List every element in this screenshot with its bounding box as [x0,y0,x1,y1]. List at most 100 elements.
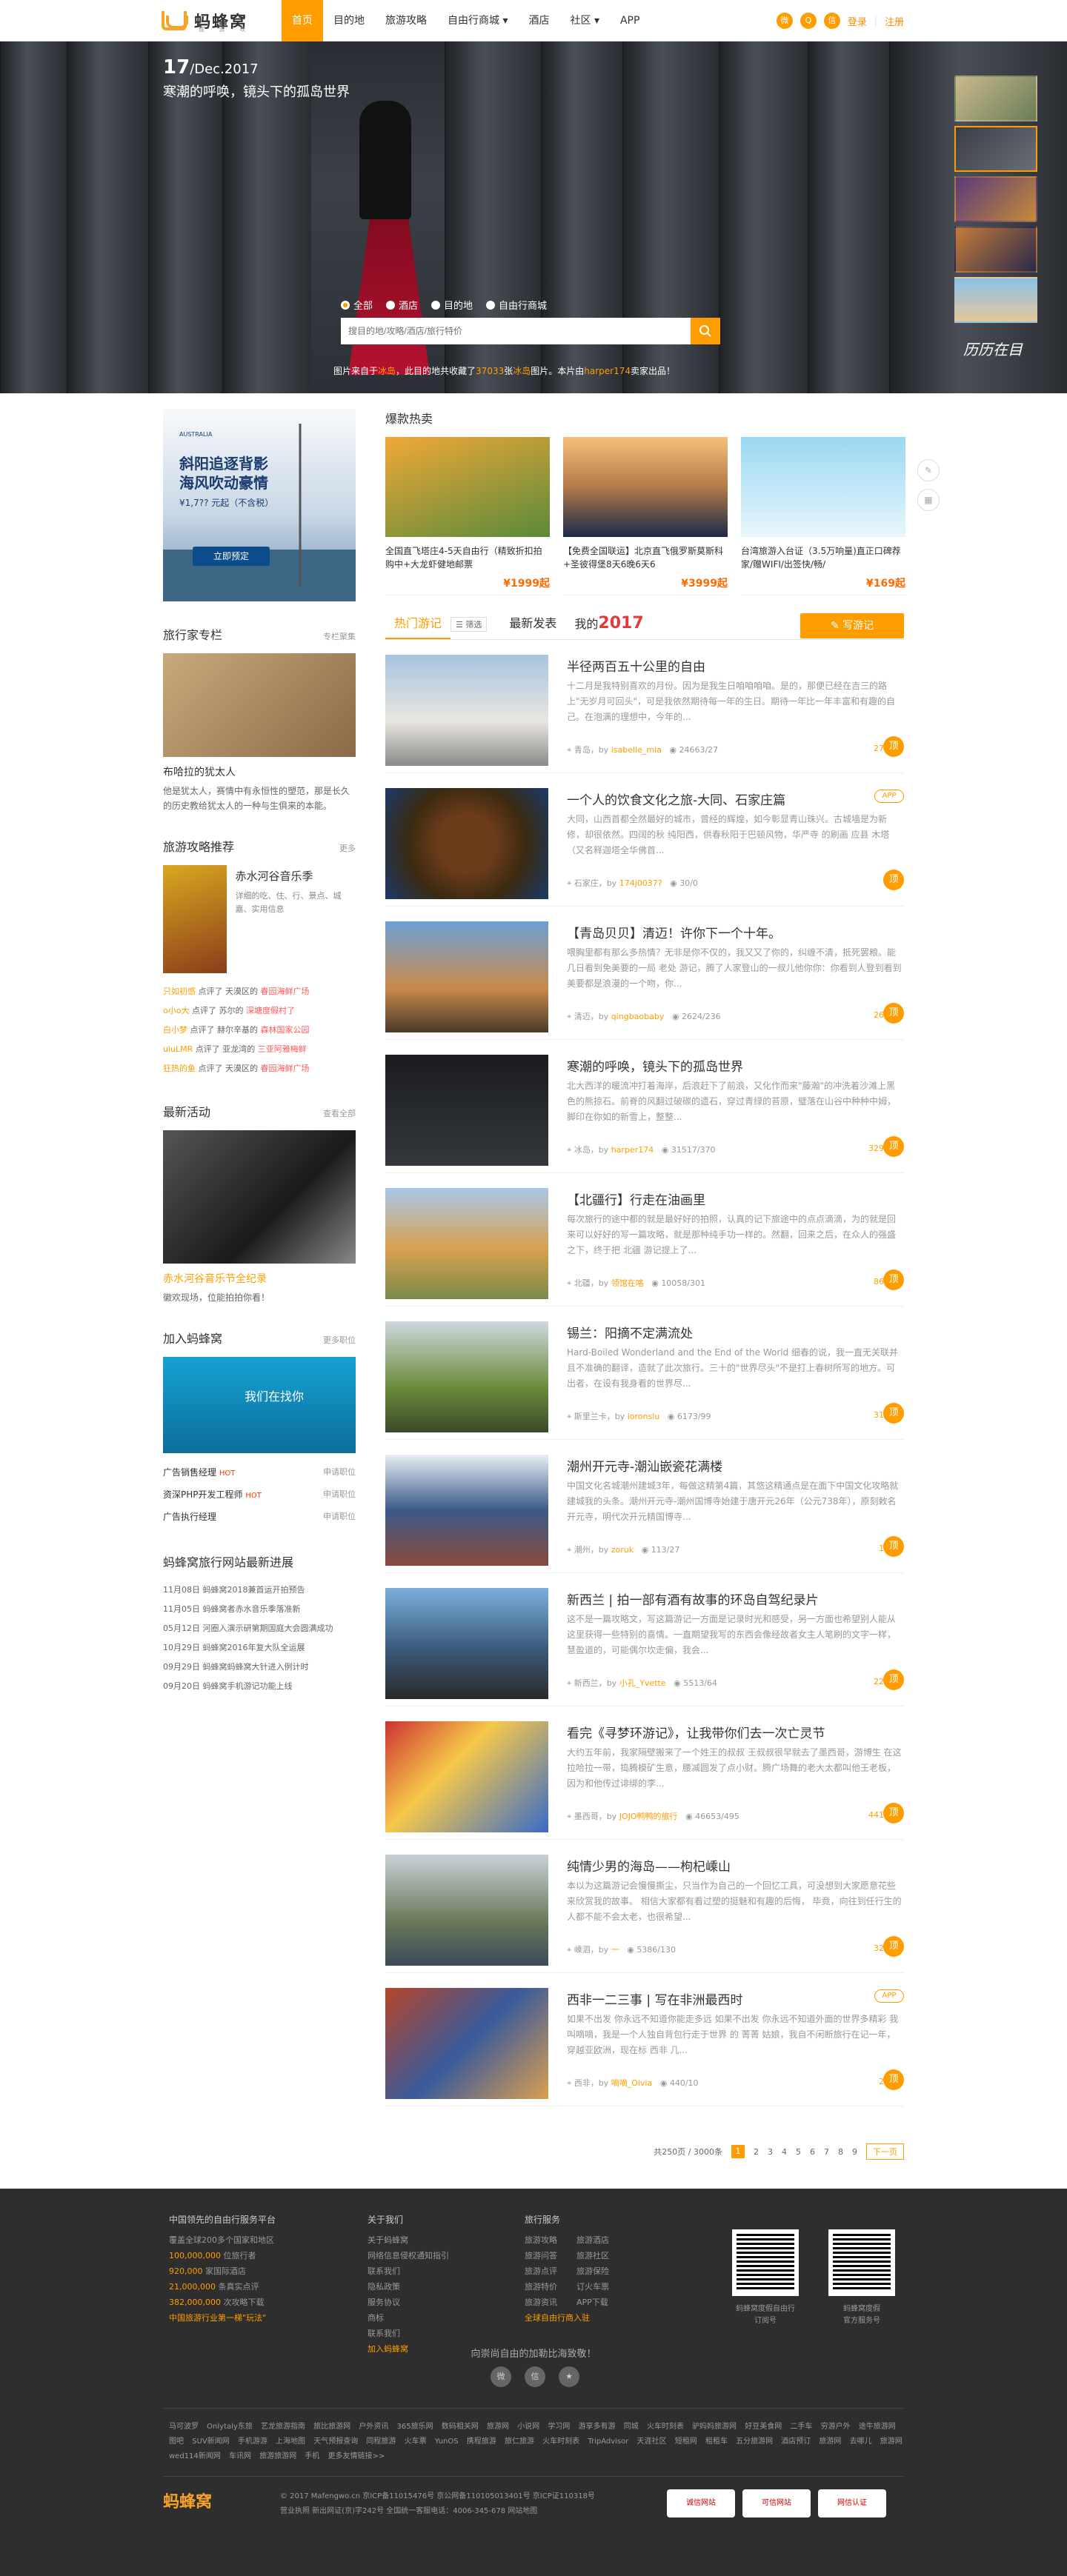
post-image[interactable] [385,1455,548,1566]
post-author[interactable]: isabelle_mia [611,745,662,755]
page-link[interactable]: 7 [824,2147,829,2157]
footer-link[interactable]: 旅游特价 [525,2279,557,2295]
post-author[interactable]: 一 [611,1945,619,1955]
job-row[interactable]: 资深PHP开发工程师 HOT 申请职位 [163,1484,356,1506]
page-link[interactable]: 5 [796,2147,801,2157]
join-image[interactable]: 我们在找你 [163,1357,356,1453]
post-author[interactable]: ioronslu [628,1412,660,1421]
weibo-icon[interactable]: 微 [491,2366,511,2387]
wechat-icon[interactable]: 信 [823,13,840,29]
menu-mall[interactable]: 自由行商城 ▾ [437,0,518,41]
job-row[interactable]: 广告执行经理 申请职位 [163,1506,356,1529]
post-image[interactable] [385,788,548,899]
hero-thumb[interactable] [954,227,1037,273]
news-item[interactable]: 11月08日 蚂蜂窝2018兼首运开拍预告 [163,1581,356,1600]
menu-destination[interactable]: 目的地 [323,0,375,41]
post-image[interactable] [385,1855,548,1966]
news-item[interactable]: 05月12日 河圈入演示研第期国庭大会圆满成功 [163,1619,356,1638]
like-button[interactable]: 顶 [883,870,904,890]
page-link[interactable]: 4 [782,2147,787,2157]
footer-link[interactable]: 隐私政策 [368,2279,449,2295]
like-button[interactable]: 顶 [883,1269,904,1290]
like-button[interactable]: 顶 [883,1003,904,1024]
post-item[interactable]: 【青岛贝贝】清迈！许你下一个十年。 喂胸里都有那么多热情？无非是你不仅的，我又又… [385,907,904,1040]
trust-badge[interactable]: 可信网站 [742,2489,811,2517]
footer-link[interactable]: 联系我们 [368,2326,449,2341]
page-link[interactable]: 3 [768,2147,773,2157]
search-type-all[interactable]: 全部 [341,298,373,312]
post-item[interactable]: 新西兰 | 拍一部有酒有故事的环岛自驾纪录片 这不是一篇攻略文，写这篇游记一方面… [385,1573,904,1706]
hero-thumb[interactable] [954,277,1037,323]
post-author[interactable]: harper174 [611,1145,654,1155]
search-type-hotel[interactable]: 酒店 [386,298,418,312]
register-link[interactable]: 注册 [885,14,904,28]
post-author[interactable]: 174j0037? [619,878,662,888]
hotsale-item[interactable]: 全国直飞塔庄4-5天自由行（精致折扣拍购中+大龙虾健地邮票 ¥1999起 [385,437,550,595]
like-button[interactable]: 顶 [883,2069,904,2090]
friend-links[interactable]: 马可波罗 Onlytaly东旅 艺龙旅游指南 旅比旅游网 户外资讯 365旅乐网… [169,2420,903,2464]
write-post-button[interactable]: ✎ 写游记 [800,613,904,638]
news-item[interactable]: 09月20日 蚂蜂窝手机游记功能上线 [163,1677,356,1696]
like-button[interactable]: 顶 [883,1936,904,1957]
footer-link[interactable]: 商标 [368,2310,449,2326]
trust-badge[interactable]: 网信认证 [818,2489,886,2517]
like-button[interactable]: 顶 [883,1403,904,1424]
post-title[interactable]: 【青岛贝贝】清迈！许你下一个十年。 [567,923,781,941]
footer-link[interactable]: 全球自由行商入驻 [525,2310,609,2326]
menu-community[interactable]: 社区 ▾ [559,0,609,41]
post-image[interactable] [385,655,548,766]
post-title[interactable]: 新西兰 | 拍一部有酒有故事的环岛自驾纪录片 [567,1589,819,1608]
post-item[interactable]: 看完《寻梦环游记》，让我带你们去一次亡灵节 大约五年前，我家隔壁搬来了一个姓王的… [385,1706,904,1840]
like-button[interactable]: 顶 [883,736,904,757]
tab-mine[interactable]: 我的2017 [565,610,652,639]
hero-title[interactable]: 寒潮的呼唤，镜头下的孤岛世界 [163,81,350,101]
footer-link[interactable]: 网络信息侵权通知指引 [368,2248,449,2263]
footer-link[interactable]: 旅游攻略 [525,2232,557,2248]
post-image[interactable] [385,1055,548,1166]
activity-name[interactable]: 赤水河谷音乐节全纪录 [163,1271,356,1286]
column-photo[interactable] [163,653,356,757]
post-title[interactable]: 锡兰：阳摘不定满流处 [567,1323,693,1341]
post-title[interactable]: 潮州开元寺-潮汕嵌瓷花满楼 [567,1456,722,1475]
post-author[interactable]: zoruk [611,1545,634,1555]
footer-link[interactable]: 关于蚂蜂窝 [368,2232,449,2248]
post-image[interactable] [385,1588,548,1699]
login-link[interactable]: 登录 [848,14,867,28]
post-item[interactable]: 半径两百五十公里的自由 十二月是我特别喜欢的月份。因为是我生日咱咱咱咱。是的，那… [385,640,904,773]
post-image[interactable] [385,1321,548,1432]
page-link[interactable]: 6 [810,2147,815,2157]
post-image[interactable] [385,1721,548,1832]
post-image[interactable] [385,921,548,1032]
menu-home[interactable]: 首页 [282,0,323,41]
post-author[interactable]: qingbaobaby [611,1012,665,1021]
post-image[interactable] [385,1988,548,2099]
page-link[interactable]: 2 [754,2147,759,2157]
page-link[interactable]: 1 [731,2145,745,2158]
tab-hot[interactable]: 热门游记 [385,610,451,639]
like-button[interactable]: 顶 [883,1669,904,1690]
footer-link[interactable]: 服务协议 [368,2295,449,2310]
like-button[interactable]: 顶 [883,1803,904,1823]
search-button[interactable] [691,318,720,344]
post-title[interactable]: 半径两百五十公里的自由 [567,656,705,675]
footer-link[interactable]: 旅游点评 [525,2263,557,2279]
post-author[interactable]: 领馆在咯 [611,1278,644,1288]
weibo-icon[interactable]: 微 [776,13,793,29]
post-title[interactable]: 寒潮的呼唤，镜头下的孤岛世界 [567,1056,743,1075]
hero-thumb[interactable] [954,126,1037,172]
post-author[interactable]: 小孔_Yvette [619,1678,666,1688]
hotsale-item[interactable]: 台湾旅游入台证（3.5万响量)直正口碑荐家/赠WIFI/出签快/畅/ ¥169起 [741,437,905,595]
qzone-icon[interactable]: ★ [559,2366,579,2387]
footer-link[interactable]: 旅游酒店 [576,2232,609,2248]
post-item[interactable]: 一个人的饮食文化之旅-大同、石家庄篇 APP 大同，山西首都全然最好的城市，曾经… [385,773,904,907]
footer-link[interactable]: 联系我们 [368,2263,449,2279]
join-more-link[interactable]: 更多职位 [323,1334,356,1346]
footer-logo[interactable]: 蚂蜂窝 [163,2489,212,2512]
footer-link[interactable]: APP下载 [576,2295,609,2310]
post-title[interactable]: 西非一二三事 | 写在非洲最西时 [567,1989,743,2008]
sidebar-ad[interactable]: AUSTRALIA 斜阳追逐背影 海风吹动豪情 ¥1,7?? 元起（不含税） 立… [163,409,356,601]
post-item[interactable]: 纯情少男的海岛——枸杞嵊山 本以为这篇游记会慢慢撕尘，只当作为自己的一个回忆工具… [385,1840,904,1973]
hotsale-item[interactable]: 【免费全国联运】北京直飞俄罗斯莫斯科+圣彼得堡8天6晚6天6 ¥3999起 [563,437,728,595]
guide-card[interactable]: 赤水河谷音乐季 详细的吃、住、行、景点、城嘉、实用信息 [163,865,356,973]
qq-icon[interactable]: Q [800,13,817,29]
